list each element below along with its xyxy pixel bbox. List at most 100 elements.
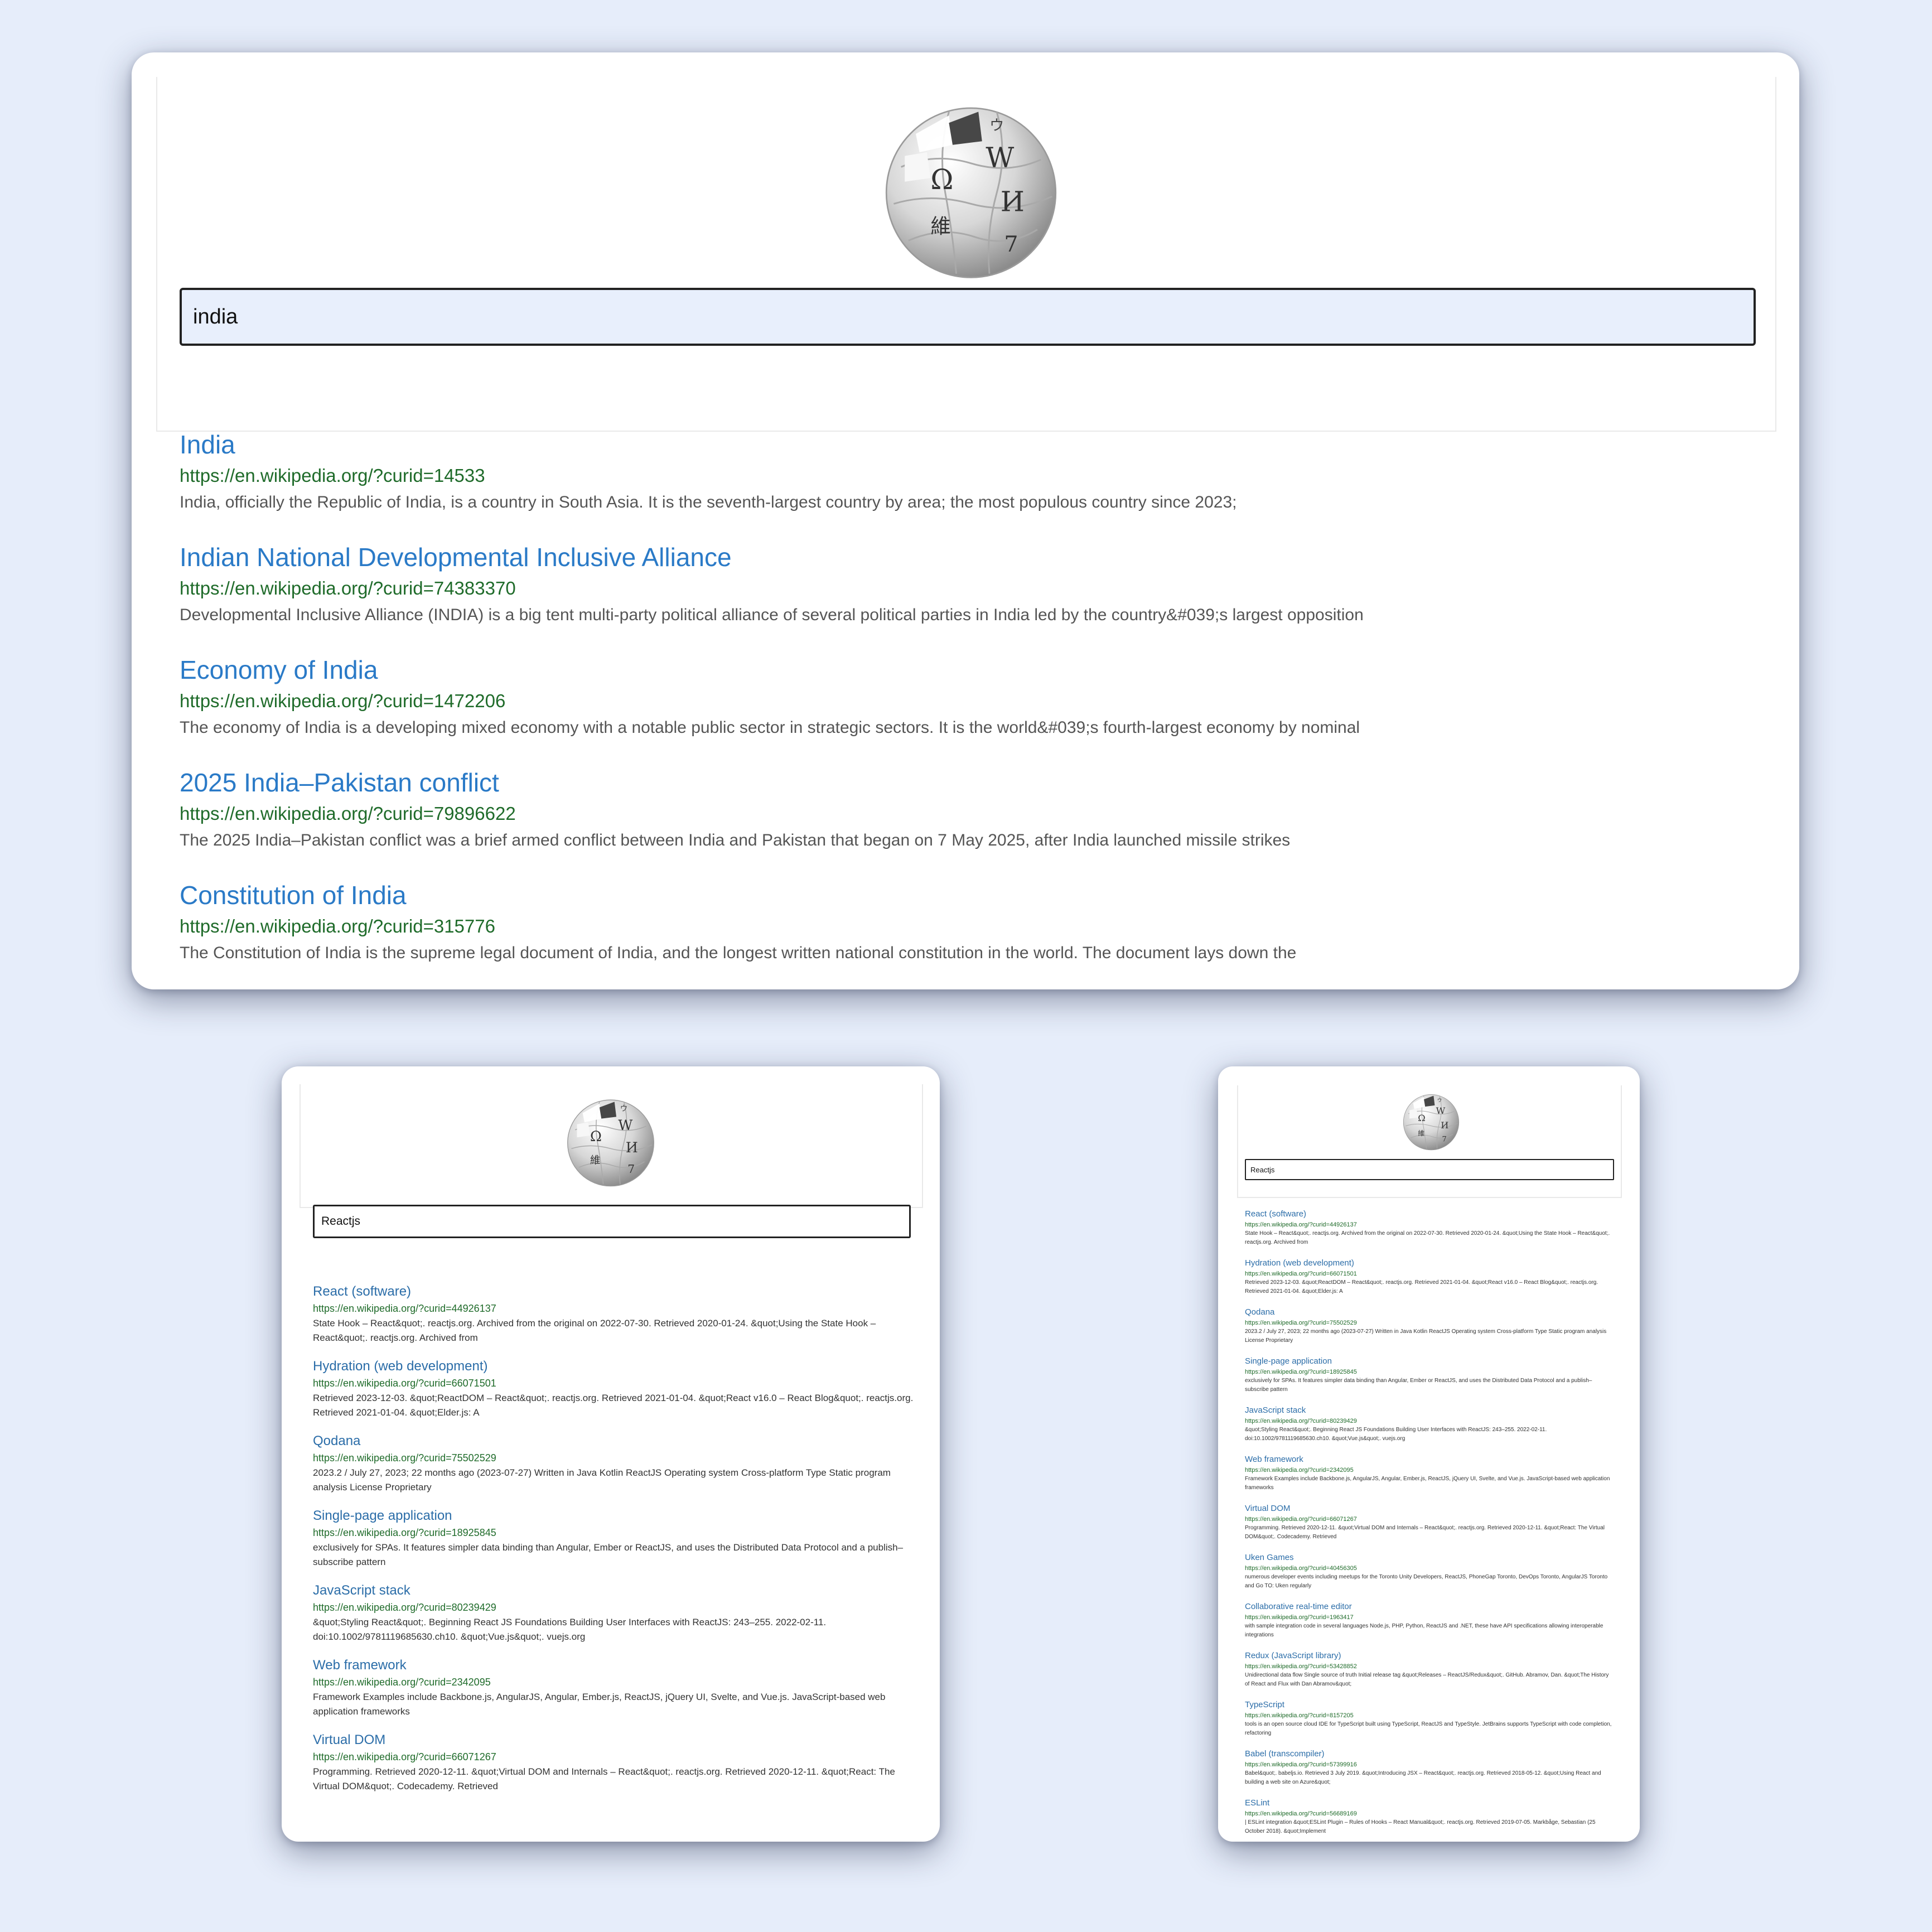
search-input[interactable] <box>180 288 1756 346</box>
search-result: Web framework https://en.wikipedia.org/?c… <box>313 1656 915 1719</box>
result-title-link[interactable]: Qodana <box>313 1432 915 1450</box>
result-snippet: Framework Examples include Backbone.js, … <box>313 1692 886 1717</box>
result-url[interactable]: https://en.wikipedia.org/?curid=14533 <box>180 462 1764 490</box>
result-title-link[interactable]: React (software) <box>313 1283 915 1301</box>
result-title-link[interactable]: Hydration (web development) <box>313 1358 915 1375</box>
search-result: React (software) https://en.wikipedia.org… <box>313 1283 915 1345</box>
result-snippet: Programming. Retrieved 2020-12-11. &quot… <box>313 1766 895 1791</box>
result-url[interactable]: https://en.wikipedia.org/?curid=1472206 <box>180 687 1764 715</box>
wikipedia-globe-icon <box>564 1094 658 1188</box>
result-title-link[interactable]: ESLint <box>1245 1797 1614 1809</box>
result-snippet: Unidirectional data flow Single source o… <box>1245 1672 1609 1687</box>
result-url[interactable]: https://en.wikipedia.org/?curid=75502529 <box>313 1450 915 1466</box>
result-url[interactable]: https://en.wikipedia.org/?curid=18925845 <box>313 1525 915 1540</box>
result-title-link[interactable]: React (software) <box>1245 1208 1614 1220</box>
result-title-link[interactable]: Uken Games <box>1245 1552 1614 1564</box>
result-url[interactable]: https://en.wikipedia.org/?curid=66071501 <box>313 1375 915 1391</box>
result-url[interactable]: https://en.wikipedia.org/?curid=74383370 <box>180 574 1764 602</box>
result-url[interactable]: https://en.wikipedia.org/?curid=80239429 <box>313 1600 915 1615</box>
search-result: Single-page application https://en.wikipe… <box>313 1507 915 1569</box>
result-url[interactable]: https://en.wikipedia.org/?curid=79896622 <box>180 800 1764 828</box>
result-url[interactable]: https://en.wikipedia.org/?curid=75502529 <box>1245 1318 1614 1327</box>
wikipedia-globe-icon <box>1401 1091 1461 1151</box>
result-title-link[interactable]: Hydration (web development) <box>1245 1257 1614 1269</box>
result-url[interactable]: https://en.wikipedia.org/?curid=44926137 <box>313 1301 915 1316</box>
search-result: JavaScript stack https://en.wikipedia.org… <box>1245 1404 1614 1443</box>
search-result: Qodana https://en.wikipedia.org/?curid=75… <box>313 1432 915 1495</box>
result-snippet: | ESLint integration &quot;ESLint Plugin… <box>1245 1819 1596 1834</box>
search-result: Collaborative real-time editor https://en… <box>1245 1601 1614 1640</box>
search-result: Qodana https://en.wikipedia.org/?curid=75… <box>1245 1306 1614 1345</box>
result-title-link[interactable]: Single-page application <box>313 1507 915 1525</box>
search-result: Constitution of India https://en.wikipedi… <box>180 878 1764 966</box>
search-result: Uken Games https://en.wikipedia.org/?curi… <box>1245 1552 1614 1591</box>
result-snippet: &quot;Styling React&quot;. Beginning Rea… <box>1245 1427 1547 1442</box>
result-title-link[interactable]: Constitution of India <box>180 878 1764 912</box>
result-snippet: exclusively for SPAs. It features simple… <box>313 1542 904 1567</box>
result-title-link[interactable]: Virtual DOM <box>313 1731 915 1749</box>
result-title-link[interactable]: Collaborative real-time editor <box>1245 1601 1614 1613</box>
results-list: React (software) https://en.wikipedia.org… <box>1245 1208 1614 1836</box>
tablet-preview-card: React (software)https://en.wikipedia.org… <box>282 1066 940 1842</box>
result-url[interactable]: https://en.wikipedia.org/?curid=57399916 <box>1245 1760 1614 1769</box>
result-title-link[interactable]: Web framework <box>1245 1453 1614 1466</box>
result-title-link[interactable]: Indian National Developmental Inclusive … <box>180 540 1764 574</box>
result-snippet: Retrieved 2023-12-03. &quot;ReactDOM – R… <box>1245 1279 1598 1295</box>
result-url[interactable]: https://en.wikipedia.org/?curid=80239429 <box>1245 1417 1614 1426</box>
result-url[interactable]: https://en.wikipedia.org/?curid=44926137 <box>1245 1220 1614 1229</box>
result-snippet: Babel&quot;. babeljs.io. Retrieved 3 Jul… <box>1245 1770 1601 1785</box>
mobile-preview-card: React (software)https://en.wikipedia.org… <box>1218 1066 1640 1842</box>
result-url[interactable]: https://en.wikipedia.org/?curid=18925845 <box>1245 1368 1614 1376</box>
result-url[interactable]: https://en.wikipedia.org/?curid=8157205 <box>1245 1711 1614 1720</box>
result-snippet: The 2025 India–Pakistan conflict was a b… <box>180 831 1291 849</box>
search-result: ESLint https://en.wikipedia.org/?curid=56… <box>1245 1797 1614 1836</box>
result-snippet: State Hook – React&quot;. reactjs.org. A… <box>1245 1230 1610 1245</box>
search-result: JavaScript stack https://en.wikipedia.org… <box>313 1582 915 1644</box>
result-title-link[interactable]: Single-page application <box>1245 1355 1614 1368</box>
result-title-link[interactable]: TypeScript <box>1245 1699 1614 1711</box>
result-title-link[interactable]: Web framework <box>313 1656 915 1674</box>
result-snippet: The economy of India is a developing mix… <box>180 718 1360 737</box>
results-list: React (software) https://en.wikipedia.org… <box>313 1283 915 1794</box>
result-url[interactable]: https://en.wikipedia.org/?curid=315776 <box>180 912 1764 940</box>
result-url[interactable]: https://en.wikipedia.org/?curid=1963417 <box>1245 1613 1614 1622</box>
result-snippet: State Hook – React&quot;. reactjs.org. A… <box>313 1318 876 1343</box>
result-title-link[interactable]: Economy of India <box>180 653 1764 687</box>
search-result: TypeScript https://en.wikipedia.org/?curi… <box>1245 1699 1614 1738</box>
result-url[interactable]: https://en.wikipedia.org/?curid=56689169 <box>1245 1809 1614 1818</box>
result-url[interactable]: https://en.wikipedia.org/?curid=2342095 <box>313 1674 915 1690</box>
result-title-link[interactable]: Qodana <box>1245 1306 1614 1318</box>
result-url[interactable]: https://en.wikipedia.org/?curid=66071267 <box>313 1749 915 1765</box>
result-title-link[interactable]: 2025 India–Pakistan conflict <box>180 765 1764 800</box>
result-snippet: Developmental Inclusive Alliance (INDIA)… <box>180 606 1364 624</box>
result-title-link[interactable]: Virtual DOM <box>1245 1503 1614 1515</box>
result-url[interactable]: https://en.wikipedia.org/?curid=66071267 <box>1245 1515 1614 1524</box>
result-title-link[interactable]: Babel (transcompiler) <box>1245 1748 1614 1760</box>
search-result: Economy of India https://en.wikipedia.org… <box>180 653 1764 741</box>
search-result: React (software) https://en.wikipedia.org… <box>1245 1208 1614 1247</box>
result-title-link[interactable]: India <box>180 427 1764 462</box>
result-url[interactable]: https://en.wikipedia.org/?curid=66071501 <box>1245 1269 1614 1278</box>
search-input[interactable] <box>1245 1159 1614 1180</box>
result-snippet: with sample integration code in several … <box>1245 1623 1603 1638</box>
result-snippet: exclusively for SPAs. It features simple… <box>1245 1378 1592 1393</box>
result-url[interactable]: https://en.wikipedia.org/?curid=2342095 <box>1245 1466 1614 1475</box>
result-title-link[interactable]: JavaScript stack <box>313 1582 915 1600</box>
result-snippet: tools is an open source cloud IDE for Ty… <box>1245 1721 1612 1736</box>
result-url[interactable]: https://en.wikipedia.org/?curid=40456305 <box>1245 1564 1614 1573</box>
result-title-link[interactable]: JavaScript stack <box>1245 1404 1614 1417</box>
search-result: Indian National Developmental Inclusive … <box>180 540 1764 628</box>
result-snippet: The Constitution of India is the supreme… <box>180 944 1297 962</box>
result-title-link[interactable]: Redux (JavaScript library) <box>1245 1650 1614 1662</box>
search-result: India https://en.wikipedia.org/?curid=145… <box>180 427 1764 515</box>
result-snippet: Programming. Retrieved 2020-12-11. &quot… <box>1245 1525 1605 1540</box>
result-snippet: India, officially the Republic of India,… <box>180 493 1237 511</box>
results-list: India https://en.wikipedia.org/?curid=145… <box>180 427 1764 966</box>
result-snippet: 2023.2 / July 27, 2023; 22 months ago (2… <box>1245 1329 1607 1344</box>
desktop-preview-card: Indiahttps://en.wikipedia.org/?curid=145… <box>132 52 1799 989</box>
search-input[interactable] <box>313 1205 911 1238</box>
result-snippet: Retrieved 2023-12-03. &quot;ReactDOM – R… <box>313 1393 914 1418</box>
search-result: 2025 India–Pakistan conflict https://en.w… <box>180 765 1764 853</box>
wikipedia-globe-icon <box>879 97 1063 281</box>
result-url[interactable]: https://en.wikipedia.org/?curid=53428852 <box>1245 1662 1614 1671</box>
